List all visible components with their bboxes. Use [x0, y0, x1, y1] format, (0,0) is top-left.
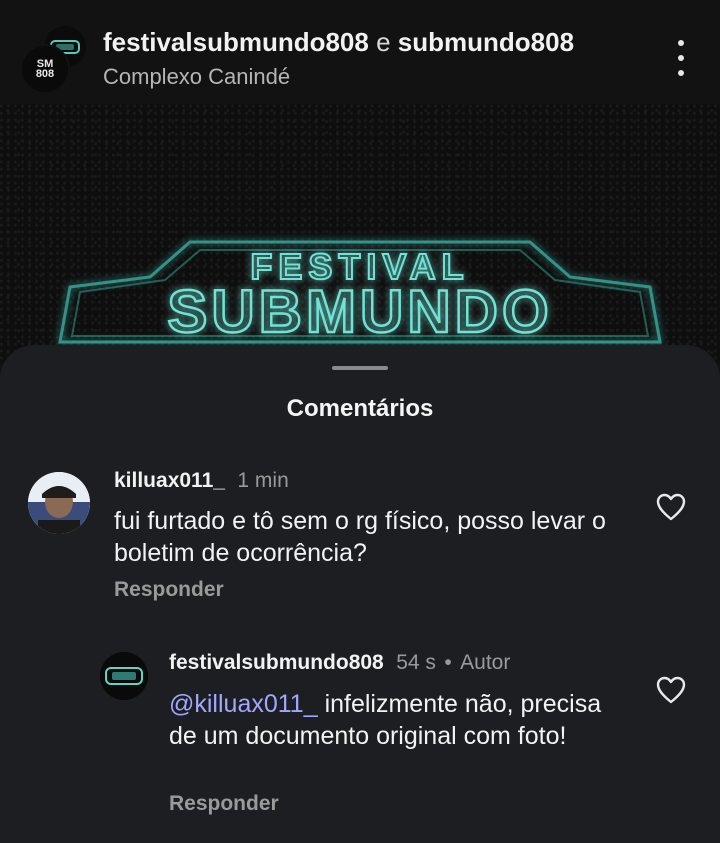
post-header: SM 808 festivalsubmundo808 e submundo808…: [0, 0, 720, 104]
more-vertical-icon-dot: [678, 70, 684, 76]
comment-text: @killuax011_ infelizmente não, precisa d…: [169, 688, 619, 752]
post-media[interactable]: FESTIVAL SUBMUNDO: [0, 104, 720, 364]
author-link-1[interactable]: festivalsubmundo808: [103, 27, 369, 57]
comment-header: festivalsubmundo808 54 s • Autor: [169, 651, 510, 675]
avatar-festivalsubmundo808[interactable]: SM 808: [20, 44, 70, 94]
user-photo-icon: [28, 472, 90, 534]
reply-button[interactable]: Responder: [169, 792, 279, 816]
author-badge: Autor: [460, 651, 511, 674]
more-vertical-icon-dot: [678, 55, 684, 61]
comment-text: fui furtado e tô sem o rg físico, posso …: [114, 507, 606, 567]
more-options-button[interactable]: [668, 40, 694, 76]
post-authors: festivalsubmundo808 e submundo808: [103, 27, 574, 58]
collab-avatars[interactable]: SM 808: [20, 24, 90, 94]
avatar-text-bottom: 808: [35, 68, 55, 80]
comment-header: killuax011_ 1 min: [114, 469, 289, 493]
comment-time: 1 min: [237, 469, 289, 492]
location-link[interactable]: Complexo Canindé: [103, 64, 290, 90]
logo-word-submundo: SUBMUNDO: [167, 278, 552, 345]
comments-sheet: Comentários killuax011_ 1 min fui furtad…: [0, 345, 720, 843]
reply-button[interactable]: Responder: [114, 578, 224, 602]
heart-outline-icon[interactable]: [656, 676, 686, 704]
meta-separator: •: [444, 651, 452, 674]
festival-logo-icon: [100, 652, 148, 700]
more-vertical-icon-dot: [678, 40, 684, 46]
heart-outline-icon[interactable]: [656, 493, 686, 521]
comment-time: 54 s: [396, 651, 436, 674]
avatar[interactable]: [100, 652, 148, 700]
sheet-title: Comentários: [286, 395, 434, 422]
author-connector: e: [376, 27, 391, 57]
comment-username[interactable]: killuax011_: [114, 469, 225, 492]
comment-username[interactable]: festivalsubmundo808: [169, 651, 384, 674]
author-link-2[interactable]: submundo808: [398, 27, 574, 57]
avatar[interactable]: [28, 472, 90, 534]
drag-handle[interactable]: [332, 366, 388, 370]
mention-link[interactable]: @killuax011_: [169, 690, 318, 718]
